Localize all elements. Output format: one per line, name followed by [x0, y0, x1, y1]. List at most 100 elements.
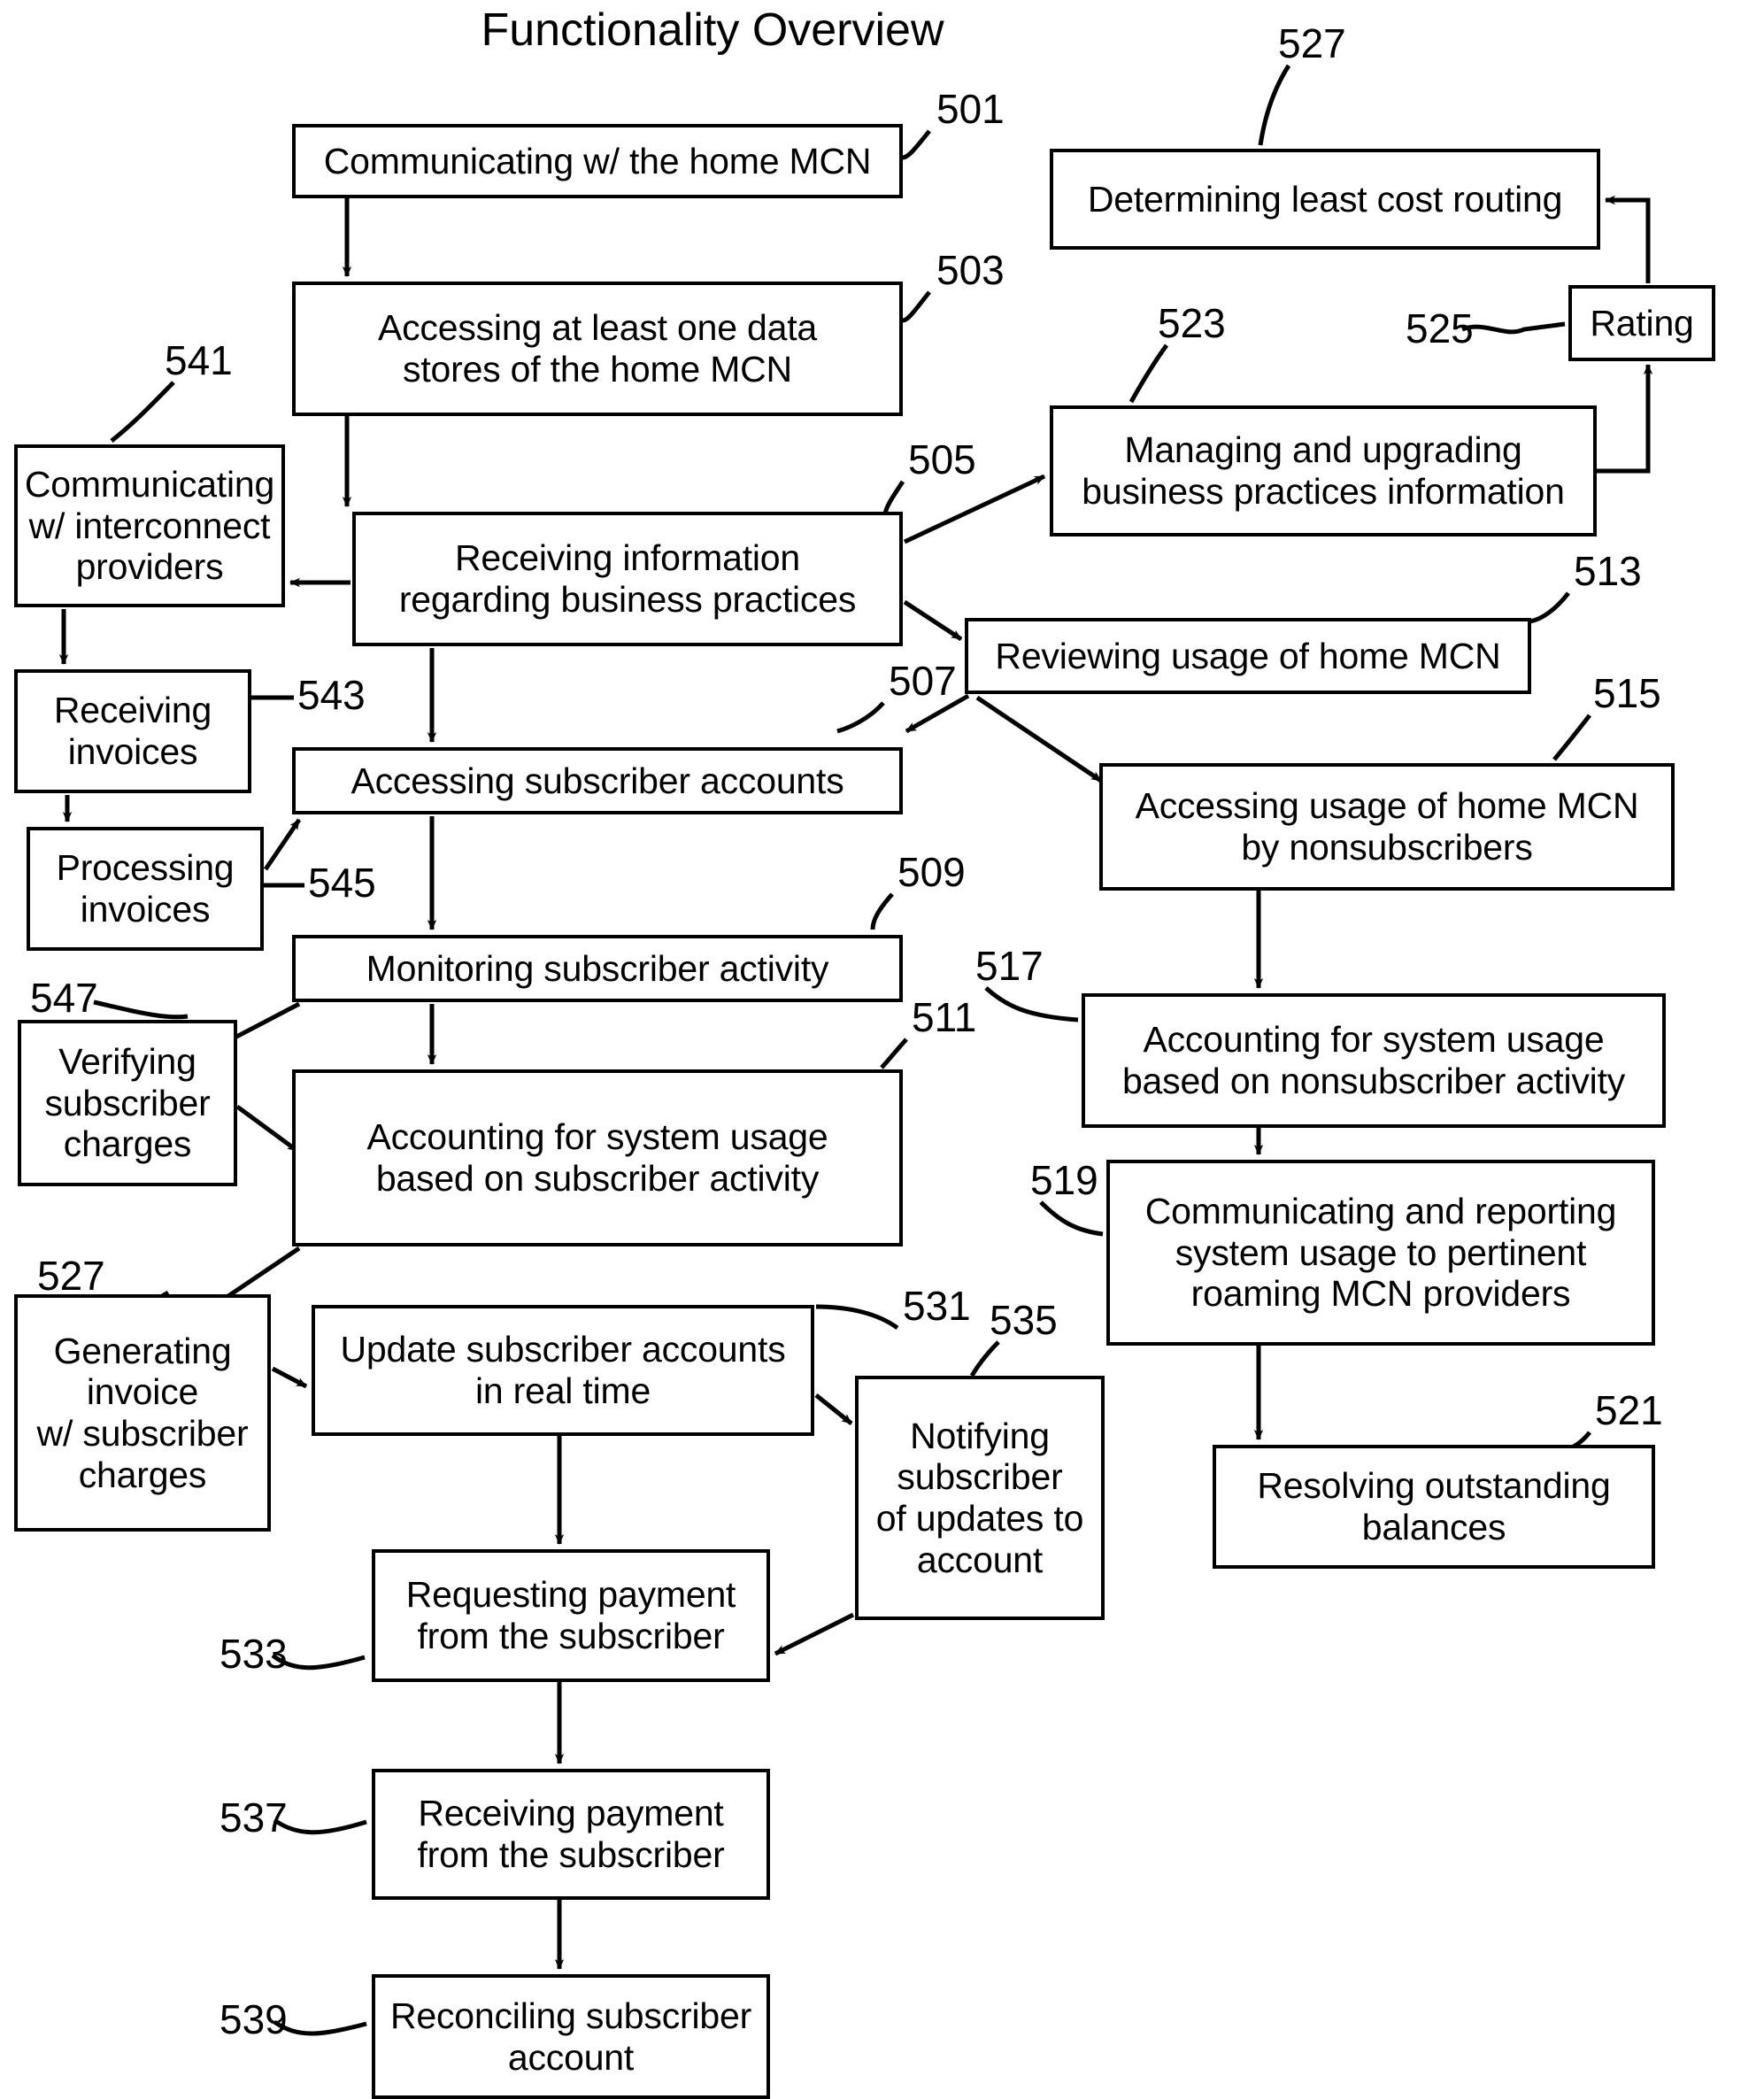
- process-box-511[interactable]: Accounting for system usage based on sub…: [292, 1069, 903, 1246]
- process-box-label-535: Notifying subscriber of updates to accou…: [875, 1415, 1084, 1580]
- reference-numeral-547-22: 547: [30, 975, 98, 1021]
- process-box-515[interactable]: Accessing usage of home MCN by nonsubscr…: [1099, 763, 1675, 891]
- reference-numeral-511-5: 511: [912, 994, 977, 1040]
- process-box-541[interactable]: Communicating w/ interconnect providers: [14, 444, 285, 607]
- process-box-521[interactable]: Resolving outstanding balances: [1213, 1445, 1655, 1569]
- process-box-527[interactable]: Generating invoice w/ subscriber charges: [14, 1294, 271, 1532]
- lead-547: [93, 999, 189, 1020]
- connector-505-513: [903, 599, 963, 642]
- process-box-535[interactable]: Notifying subscriber of updates to accou…: [855, 1376, 1105, 1620]
- connector-531-535: [814, 1393, 853, 1425]
- reference-numeral-509-4: 509: [897, 849, 966, 895]
- process-box-513[interactable]: Reviewing usage of home MCN: [965, 618, 1531, 694]
- lead-501: [902, 129, 931, 160]
- process-box-label-533: Requesting payment from the subscriber: [405, 1574, 736, 1656]
- process-box-label-509: Monitoring subscriber activity: [366, 947, 829, 989]
- lead-519: [1039, 1200, 1104, 1237]
- lead-523: [1128, 343, 1169, 404]
- process-box-label-505: Receiving information regarding business…: [398, 537, 857, 620]
- process-box-label-525: Rating: [1590, 302, 1694, 343]
- connector-505-523: [903, 474, 1046, 544]
- connector-513-515: [975, 695, 1103, 783]
- reference-numeral-513-6: 513: [1574, 548, 1642, 594]
- process-box-533[interactable]: Requesting payment from the subscriber: [372, 1549, 770, 1682]
- process-box-label-527b: Determining least cost routing: [1087, 178, 1563, 220]
- reference-numeral-543-20: 543: [297, 672, 366, 718]
- reference-numeral-525-12: 525: [1406, 305, 1474, 351]
- process-box-label-507: Accessing subscriber accounts: [350, 760, 844, 801]
- lead-507: [836, 701, 885, 734]
- lead-525: [1461, 321, 1566, 335]
- process-box-label-527: Generating invoice w/ subscriber charges: [36, 1330, 249, 1495]
- reference-numeral-535-16: 535: [990, 1297, 1058, 1343]
- process-box-label-537: Receiving payment from the subscriber: [417, 1793, 725, 1875]
- process-box-505[interactable]: Receiving information regarding business…: [352, 512, 903, 646]
- reference-numeral-517-8: 517: [975, 943, 1044, 989]
- reference-numeral-545-21: 545: [308, 860, 376, 906]
- process-box-label-523: Managing and upgrading business practice…: [1082, 429, 1565, 512]
- process-box-539[interactable]: Reconciling subscriber account: [372, 1974, 770, 2099]
- reference-numeral-533-15: 533: [220, 1631, 288, 1677]
- lead-503: [902, 290, 931, 323]
- reference-numeral-521-10: 521: [1595, 1387, 1663, 1433]
- lead-509: [870, 892, 894, 930]
- connector-523-525: [1597, 364, 1653, 474]
- lead-515: [1552, 714, 1591, 761]
- process-box-label-517: Accounting for system usage based on non…: [1121, 1019, 1626, 1101]
- lead-511: [880, 1038, 908, 1069]
- connector-525-527b: [1605, 195, 1651, 283]
- lead-517: [984, 986, 1079, 1022]
- process-box-label-541: Communicating w/ interconnect providers: [24, 463, 275, 588]
- process-box-label-531: Update subscriber accounts in real time: [340, 1329, 786, 1411]
- connector-527-531: [271, 1366, 308, 1389]
- process-box-label-501: Communicating w/ the home MCN: [323, 140, 872, 181]
- reference-numeral-523-11: 523: [1158, 300, 1226, 346]
- reference-numeral-539-18: 539: [220, 1996, 288, 2042]
- process-box-label-503: Accessing at least one data stores of th…: [377, 307, 818, 390]
- process-box-label-521: Resolving outstanding balances: [1257, 1465, 1611, 1547]
- process-box-label-545: Processing invoices: [56, 847, 235, 930]
- reference-numeral-527-13: 527: [1278, 20, 1346, 66]
- process-box-label-539: Reconciling subscriber account: [389, 1995, 752, 2078]
- reference-numeral-505-2: 505: [908, 436, 976, 482]
- process-box-545[interactable]: Processing invoices: [27, 827, 264, 951]
- process-box-label-543: Receiving invoices: [53, 690, 212, 772]
- process-box-label-547: Verifying subscriber charges: [44, 1040, 211, 1165]
- process-box-523[interactable]: Managing and upgrading business practice…: [1050, 405, 1597, 536]
- reference-numeral-541-19: 541: [165, 337, 233, 383]
- process-box-519[interactable]: Communicating and reporting system usage…: [1106, 1160, 1655, 1346]
- process-box-509[interactable]: Monitoring subscriber activity: [292, 935, 903, 1002]
- lead-537: [273, 1817, 367, 1835]
- process-box-501[interactable]: Communicating w/ the home MCN: [292, 124, 903, 198]
- process-box-543[interactable]: Receiving invoices: [14, 669, 251, 793]
- process-box-547[interactable]: Verifying subscriber charges: [18, 1020, 237, 1186]
- reference-numeral-527-23: 527: [37, 1253, 105, 1299]
- lead-535: [969, 1340, 1000, 1377]
- reference-numeral-531-14: 531: [903, 1283, 971, 1329]
- lead-527top: [1258, 64, 1291, 146]
- reference-numeral-503-1: 503: [936, 247, 1005, 293]
- lead-513: [1529, 591, 1570, 624]
- process-box-label-519: Communicating and reporting system usage…: [1144, 1190, 1617, 1315]
- reference-numeral-537-17: 537: [220, 1794, 288, 1840]
- lead-531: [815, 1304, 899, 1331]
- connector-547-511: [235, 1104, 299, 1154]
- process-box-537[interactable]: Receiving payment from the subscriber: [372, 1769, 770, 1900]
- process-box-517[interactable]: Accounting for system usage based on non…: [1082, 993, 1666, 1128]
- lead-541: [110, 381, 175, 443]
- reference-numeral-507-3: 507: [889, 658, 957, 704]
- process-box-label-513: Reviewing usage of home MCN: [995, 635, 1501, 676]
- process-box-525[interactable]: Rating: [1568, 285, 1715, 361]
- reference-numeral-515-7: 515: [1593, 670, 1661, 716]
- process-box-531[interactable]: Update subscriber accounts in real time: [312, 1305, 814, 1436]
- flowchart-diagram: Functionality Overview Communicating w/ …: [0, 0, 1764, 2099]
- lead-539: [273, 2019, 367, 2036]
- process-box-label-511: Accounting for system usage based on sub…: [366, 1116, 828, 1199]
- connector-545-507: [263, 818, 302, 871]
- process-box-503[interactable]: Accessing at least one data stores of th…: [292, 282, 903, 416]
- process-box-507[interactable]: Accessing subscriber accounts: [292, 747, 903, 814]
- connector-535-533: [774, 1612, 855, 1656]
- process-box-527b[interactable]: Determining least cost routing: [1050, 149, 1600, 250]
- reference-numeral-501-0: 501: [936, 86, 1005, 132]
- reference-numeral-519-9: 519: [1030, 1157, 1098, 1203]
